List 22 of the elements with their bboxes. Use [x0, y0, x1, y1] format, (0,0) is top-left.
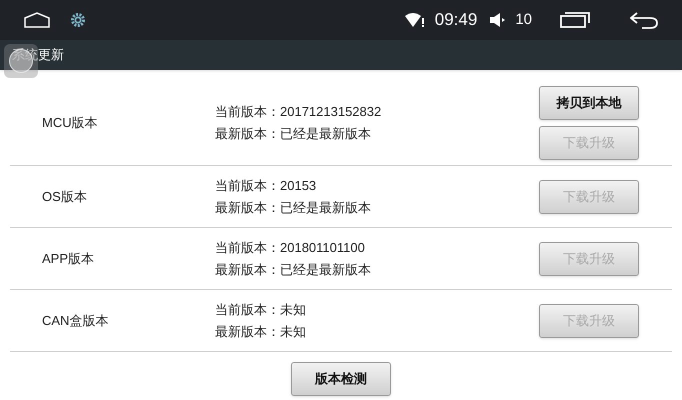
- component-name: CAN盒版本: [41, 312, 110, 330]
- recent-apps-icon[interactable]: [560, 12, 590, 28]
- component-name: APP版本: [41, 250, 96, 268]
- component-name: OS版本: [41, 188, 88, 206]
- volume-icon: [489, 12, 506, 28]
- current-version: 当前版本：201801101100: [215, 238, 366, 256]
- component-name: MCU版本: [41, 114, 99, 132]
- latest-version: 最新版本：已经是最新版本: [215, 125, 372, 143]
- settings-icon[interactable]: [70, 12, 86, 28]
- home-icon[interactable]: [24, 12, 50, 28]
- volume-level: 10: [515, 10, 532, 30]
- current-version: 当前版本：20153: [215, 176, 318, 194]
- latest-version: 最新版本：已经是最新版本: [215, 199, 372, 217]
- latest-version: 最新版本：未知: [215, 323, 307, 341]
- back-icon[interactable]: [630, 11, 658, 29]
- current-version: 当前版本：未知: [215, 300, 307, 318]
- current-version: 当前版本：20171213152832: [215, 102, 382, 120]
- action-button[interactable]: 拷贝到本地: [539, 86, 639, 120]
- action-button[interactable]: 版本检测: [291, 362, 391, 396]
- clock-time: 09:49: [434, 9, 478, 32]
- latest-version: 最新版本：已经是最新版本: [215, 261, 372, 279]
- wifi-icon: [404, 12, 425, 28]
